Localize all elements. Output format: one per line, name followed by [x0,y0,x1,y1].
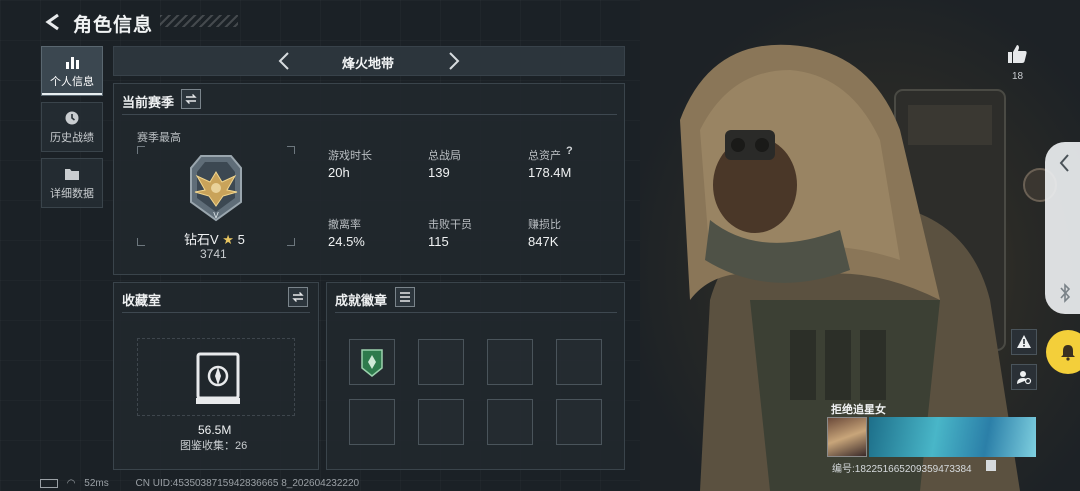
swap-icon [185,94,197,104]
stat-value-profit-ratio: 847K [528,234,559,249]
player-id: 编号:182251665209359473384 [832,464,972,475]
stat-label-profit-ratio: 赚损比 [528,219,561,231]
badge-slot[interactable] [556,399,602,445]
rank-name-row: 钻石V ★ 5 [184,229,245,248]
star-icon: ★ [222,232,234,247]
wifi-icon: ◠ [66,478,76,489]
stat-label-playtime: 游戏时长 [328,150,372,162]
collection-value: 56.5M [198,423,232,437]
bluetooth-button[interactable] [1058,282,1072,309]
badge-slot[interactable] [349,339,395,385]
nav-label: 历史战绩 [50,131,94,144]
collection-switch-button[interactable] [288,287,308,307]
chevron-right-icon [449,52,460,70]
thumbs-up-icon [1008,45,1027,63]
swap-icon [292,292,304,302]
stat-label-extract-rate: 撤离率 [328,219,361,231]
season-next-button[interactable] [440,48,468,74]
copy-icon[interactable] [986,460,996,471]
stat-value-extract-rate: 24.5% [328,234,365,249]
badge-slot[interactable] [556,339,602,385]
page-title: 角色信息 [73,15,154,36]
season-name: 烽火地带 [341,56,394,71]
user-settings-icon [1017,371,1032,385]
nav-details[interactable]: 详细数据 [41,158,103,208]
current-season-title: 当前赛季 [122,95,175,110]
rank-score: 3741 [200,247,227,261]
badges-list-button[interactable] [395,287,415,307]
ping-value: 52ms [84,478,109,489]
rank-stars: 5 [237,232,245,247]
shield-badge-icon [361,349,383,377]
status-footer: ◠ 52ms CN UID:4535038715942836665 8_2026… [40,478,359,489]
collapse-panel-button[interactable] [1057,152,1071,179]
nav-personal-info[interactable]: 个人信息 [41,46,103,96]
divider [335,312,617,313]
switch-season-button[interactable] [181,89,201,109]
rank-name: 钻石V [184,232,219,247]
history-icon [65,111,79,124]
season-best-label: 赛季最高 [137,132,181,144]
badge-slot[interactable] [487,399,533,445]
list-icon [400,292,410,302]
like-button[interactable] [1005,42,1029,71]
bell-icon [1061,345,1075,361]
season-prev-button[interactable] [270,48,298,74]
bar-chart-icon [66,56,79,69]
folder-icon [65,168,79,180]
collection-title: 收藏室 [122,293,162,308]
player-name: 拒绝追星女 [831,404,886,416]
badges-title: 成就徽章 [335,293,388,308]
stat-label-matches: 总战局 [428,150,461,162]
nav-label: 详细数据 [50,187,94,200]
rank-emblem-icon: V [190,155,242,222]
uid-text: CN UID:4535038715942836665 8_20260423222… [135,478,360,489]
add-friend-button[interactable] [1011,364,1037,390]
divider [122,312,310,313]
avatar[interactable] [827,417,867,457]
battery-icon [40,478,58,488]
collection-count: 图鉴收集：26 [180,440,248,452]
stat-value-kills: 115 [428,234,449,249]
stat-value-matches: 139 [428,165,450,180]
stat-label-kills: 击败干员 [428,219,472,231]
svg-text:V: V [213,211,219,220]
stat-label-assets: 总资产 [528,150,561,162]
warning-icon [1017,335,1031,348]
name-card-banner [869,417,1036,457]
divider [122,114,617,115]
report-button[interactable] [1011,329,1037,355]
chevron-left-icon [278,52,289,70]
badge-slot[interactable] [418,339,464,385]
back-button[interactable] [40,8,66,36]
badge-slot[interactable] [349,399,395,445]
nav-label: 个人信息 [50,75,94,88]
stat-value-playtime: 20h [328,165,350,180]
stat-value-assets: 178.4M [528,165,572,180]
help-icon[interactable]: ? [566,145,573,157]
like-count: 18 [1012,71,1024,82]
chevron-left-icon [1059,154,1069,172]
badge-slot[interactable] [418,399,464,445]
nav-history[interactable]: 历史战绩 [41,102,103,152]
badge-slot[interactable] [487,339,533,385]
showcase-icon [196,352,240,404]
back-arrow-icon [45,13,59,31]
title-decoration [160,15,238,27]
bluetooth-icon [1060,283,1071,303]
